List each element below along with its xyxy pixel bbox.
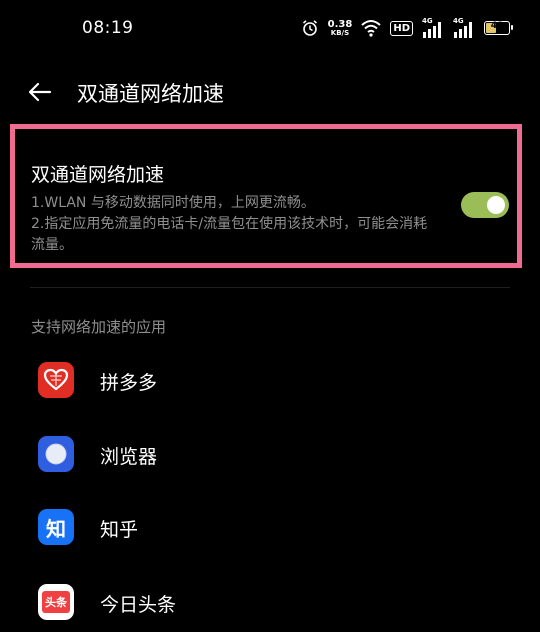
dual-channel-toggle[interactable] xyxy=(461,192,509,218)
toutiao-icon: 头条 xyxy=(38,584,74,620)
zhihu-icon-glyph: 知 xyxy=(46,516,66,541)
network-speed-value: 0.38 xyxy=(327,18,353,30)
app-label-browser: 浏览器 xyxy=(100,446,158,468)
setting-desc-line-1: 1.WLAN 与移动数据同时使用，上网更流畅。 xyxy=(31,195,315,211)
dual-channel-setting-description: 1.WLAN 与移动数据同时使用，上网更流畅。 2.指定应用免流量的电话卡/流量… xyxy=(31,193,441,256)
signal-strength-2: 4G xyxy=(453,17,475,38)
network-speed-unit: KB/S xyxy=(330,28,350,37)
section-divider xyxy=(30,287,510,288)
network-speed: 0.38 KB/S xyxy=(327,18,353,37)
zhihu-icon: 知 xyxy=(38,509,74,545)
page-title: 双通道网络加速 xyxy=(77,82,224,106)
status-bar: 08:19 0.38 KB/S HD 4G 4G 48 xyxy=(0,0,540,58)
toutiao-icon-glyph: 头条 xyxy=(42,591,70,613)
pinduoduo-icon xyxy=(38,362,74,398)
back-arrow-icon[interactable] xyxy=(26,80,54,104)
setting-desc-line-2: 2.指定应用免流量的电话卡/流量包在使用该技术时，可能会消耗流量。 xyxy=(31,216,428,253)
status-time: 08:19 xyxy=(82,18,134,38)
battery-level: 48 xyxy=(490,21,504,31)
dual-channel-setting-title: 双通道网络加速 xyxy=(31,164,165,186)
status-icons: 0.38 KB/S HD 4G 4G 48 xyxy=(301,16,513,40)
battery-icon: 48 xyxy=(484,21,513,35)
toggle-knob xyxy=(487,196,505,214)
wifi-icon xyxy=(361,20,381,37)
signal-bars-icon xyxy=(454,22,472,38)
hd-voice-badge: HD xyxy=(390,20,413,36)
page-header: 双通道网络加速 xyxy=(0,70,540,116)
app-row-zhihu[interactable]: 知 知乎 xyxy=(0,497,540,557)
app-label-pinduoduo: 拼多多 xyxy=(100,372,158,394)
app-row-browser[interactable]: 浏览器 xyxy=(0,424,540,484)
supported-apps-section-title: 支持网络加速的应用 xyxy=(31,318,167,336)
app-row-toutiao[interactable]: 头条 今日头条 xyxy=(0,572,540,632)
signal-strength-1: 4G xyxy=(422,17,444,38)
alarm-icon xyxy=(302,20,317,36)
app-label-toutiao: 今日头条 xyxy=(100,594,177,616)
browser-icon xyxy=(38,436,74,472)
signal-bars-icon xyxy=(423,22,441,38)
app-row-pinduoduo[interactable]: 拼多多 xyxy=(0,350,540,410)
app-label-zhihu: 知乎 xyxy=(100,519,139,541)
